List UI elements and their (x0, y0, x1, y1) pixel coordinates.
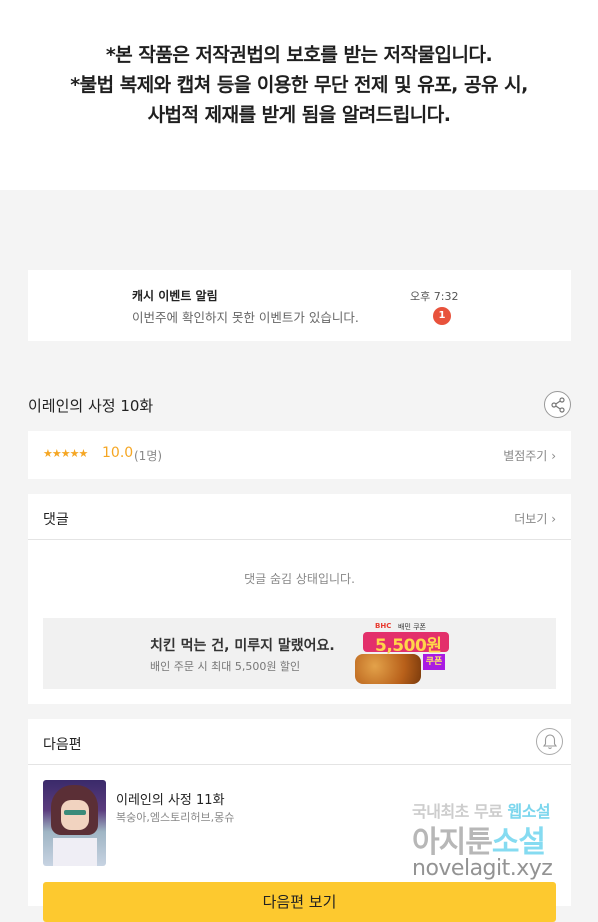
cash-event-notification[interactable]: 캐시 이벤트 알림 이번주에 확인하지 못한 이벤트가 있습니다. 오후 7:3… (28, 270, 571, 341)
thumbnail-collar (53, 838, 97, 866)
watermark-url: novelagit.xyz (412, 856, 553, 881)
ad-subtext: 배인 주문 시 최대 5,500원 할인 (150, 660, 301, 673)
bell-icon (543, 734, 557, 750)
rating-stars: ★★★★★ (43, 447, 88, 460)
next-episode-title: 다음편 (43, 737, 82, 753)
comments-hidden-message: 댓글 숨김 상태입니다. (244, 572, 355, 586)
notice-line-1: *본 작품은 저작권법의 보호를 받는 저작물입니다. (105, 44, 493, 66)
comments-title: 댓글 (43, 512, 69, 528)
rate-button[interactable]: 별점주기 › (503, 447, 556, 464)
episode-title: 이레인의 사정 10화 (28, 397, 154, 415)
divider (28, 539, 571, 540)
notice-line-3: 사법적 제재를 받게 됨을 알려드립니다. (147, 104, 451, 126)
comments-section: 댓글 더보기 › 댓글 숨김 상태입니다. 치킨 먹는 건, 미루지 말랬어요.… (28, 494, 571, 704)
rating-score: 10.0 (102, 445, 134, 461)
share-button[interactable] (544, 391, 571, 418)
notice-line-2: *불법 복제와 캡쳐 등을 이용한 무단 전제 및 유포, 공유 시, (70, 74, 528, 96)
rating-bar: ★★★★★ 10.0 (1명) 별점주기 › (28, 431, 571, 479)
rating-count: (1명) (134, 449, 163, 463)
notification-badge: 1 (433, 307, 451, 325)
ad-promo-image: BHC 배민 쿠폰 5,500원 쿠폰 (353, 622, 449, 686)
chevron-right-icon: › (551, 512, 556, 526)
notification-title: 캐시 이벤트 알림 (132, 289, 218, 303)
notification-message: 이번주에 확인하지 못한 이벤트가 있습니다. (132, 310, 359, 325)
next-episode-authors: 복숭아,엠스토리허브,몽슈 (116, 811, 235, 824)
watermark-line2-a: 아지툰 (412, 825, 493, 860)
chevron-right-icon: › (551, 449, 556, 463)
notification-time: 오후 7:32 (410, 290, 459, 303)
thumbnail-eyes (64, 810, 86, 815)
ad-price: 5,500원 (375, 636, 442, 656)
thumbnail-face (61, 800, 89, 830)
ad-headline: 치킨 먹는 건, 미루지 말랬어요. (150, 638, 335, 654)
next-episode-name[interactable]: 이레인의 사정 11화 (116, 789, 225, 808)
rate-button-label: 별점주기 (503, 449, 548, 463)
chicken-image (355, 654, 421, 684)
site-watermark: 국내최초 무료 웹소설 아지툰소설 novelagit.xyz (408, 798, 578, 888)
ad-banner[interactable]: 치킨 먹는 건, 미루지 말랬어요. 배인 주문 시 최대 5,500원 할인 … (43, 618, 556, 689)
ad-coupon-label: 쿠폰 (423, 654, 445, 670)
share-icon (551, 397, 565, 413)
ad-brand-logo: BHC (375, 622, 392, 630)
next-episode-button[interactable]: 다음편 보기 (43, 882, 556, 922)
divider (28, 764, 571, 765)
next-episode-thumbnail[interactable] (43, 780, 106, 866)
comments-more-label: 더보기 (514, 512, 548, 526)
comments-more-button[interactable]: 더보기 › (514, 510, 556, 527)
watermark-line2-b: 소설 (491, 825, 546, 860)
copyright-notice: *본 작품은 저작권법의 보호를 받는 저작물입니다. *불법 복제와 캡쳐 등… (0, 0, 598, 190)
notification-bell-button[interactable] (536, 728, 563, 755)
